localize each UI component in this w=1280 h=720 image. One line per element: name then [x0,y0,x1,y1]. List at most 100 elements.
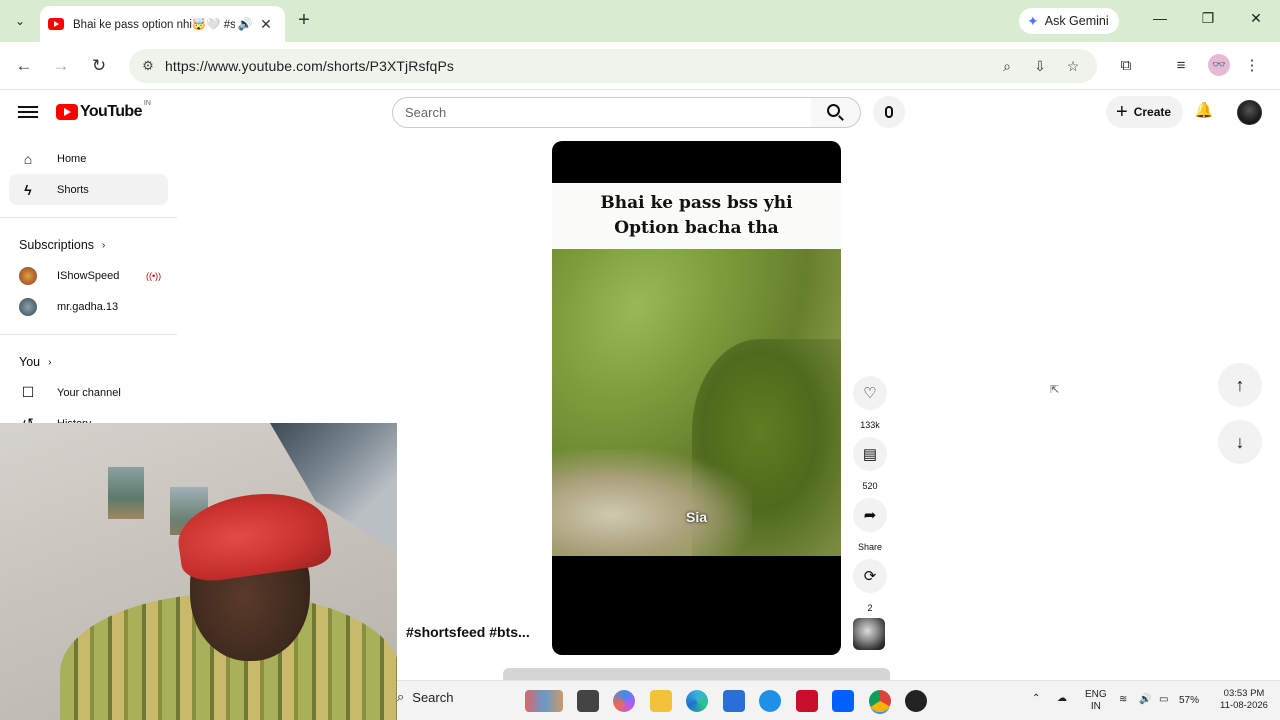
mouse-cursor-icon: ⇱ [1050,384,1060,396]
youtube-wordmark: YouTube [80,103,142,120]
comment-icon[interactable]: ▤ [853,437,887,471]
battery-icon[interactable]: ▭ [1159,694,1168,706]
zoom-icon[interactable]: ⌕ [995,54,1019,78]
file-explorer-icon[interactable] [650,690,672,712]
share-action[interactable]: ➦ Share [852,498,888,552]
speaker-icon[interactable]: 🔊 [235,17,255,31]
sidebar-item-your-channel[interactable]: ☐ Your channel [9,377,168,408]
microphone-icon [885,106,893,118]
install-app-icon[interactable]: ⇩ [1028,54,1052,78]
sidebar-item-shorts[interactable]: ϟ Shorts [9,174,168,205]
copilot-icon[interactable] [613,690,635,712]
gemini-sparkle-icon: ✦ [1027,12,1039,29]
sidebar-you-header[interactable]: You › [0,347,177,377]
help-icon[interactable] [759,690,781,712]
back-icon[interactable]: ← [12,54,36,78]
taskbar-search-label: Search [412,689,454,705]
new-tab-button[interactable]: + [292,9,316,33]
clock-date: 11-08-2026 [1220,700,1268,711]
minimize-icon[interactable]: — [1148,10,1172,32]
audio-thumbnail[interactable] [853,618,885,650]
like-action[interactable]: ♡ 133k [852,376,888,430]
overlay-strip [503,668,890,680]
browser-profile-avatar[interactable]: 👓 [1208,54,1230,76]
dropbox-icon[interactable] [832,690,854,712]
chevron-right-icon: › [102,239,106,251]
tab-title: Bhai ke pass option nhi🤯🤍 #sh [73,19,235,31]
language-line-2: IN [1090,701,1101,712]
remix-count: 2 [867,603,873,613]
reload-icon[interactable]: ↻ [87,54,111,78]
url-text: https://www.youtube.com/shorts/P3XTjRsfq… [165,58,454,74]
sidebar-item-label: Home [57,152,87,165]
tab-close-icon[interactable]: ✕ [255,16,277,33]
rocks-image [552,449,752,556]
volume-icon[interactable]: 🔊 [1139,694,1151,706]
sidebar-item-channel-ishowspeed[interactable]: IShowSpeed ((•)) [9,260,168,291]
bookmark-star-icon[interactable]: ☆ [1061,54,1085,78]
share-arrow-icon[interactable]: ➦ [853,498,887,532]
forward-icon[interactable]: → [49,54,73,78]
video-hashtags[interactable]: #shortsfeed #bts... [406,624,530,640]
store-icon[interactable] [723,690,745,712]
task-view-icon[interactable] [577,690,599,712]
video-caption: Bhai ke pass bss yhi Option bacha tha [552,183,841,249]
sidebar-item-label: Your channel [57,386,121,399]
language-indicator[interactable]: ENG IN [1085,689,1107,713]
search-input[interactable] [405,105,811,120]
menu-kebab-icon[interactable]: ⋮ [1240,54,1264,78]
create-button[interactable]: + Create [1106,96,1184,128]
browser-tab-bar: ⌄ Bhai ke pass option nhi🤯🤍 #sh 🔊 ✕ + ✦ … [0,0,1280,42]
media-controls-icon[interactable]: ≡ [1169,54,1193,78]
site-info-icon[interactable]: ⚙ [137,55,159,77]
browser-toolbar: ← → ↻ ⚙ https://www.youtube.com/shorts/P… [0,42,1280,90]
shorts-video-player[interactable]: Bhai ke pass bss yhi Option bacha tha Si… [552,141,841,655]
tray-overflow-chevron-icon[interactable]: ⌃ [1032,693,1040,705]
window-close-icon[interactable]: ✕ [1244,10,1268,32]
wifi-icon[interactable]: ≋ [1119,694,1127,706]
obs-icon[interactable] [905,690,927,712]
sidebar-item-channel-mr-gadha[interactable]: mr.gadha.13 [9,291,168,322]
home-icon: ⌂ [23,150,33,167]
country-code: IN [143,99,151,107]
sidebar-subscriptions-header[interactable]: Subscriptions › [0,230,177,260]
remix-action[interactable]: ⟳ 2 [852,559,888,613]
onedrive-cloud-icon[interactable]: ☁ [1057,693,1067,705]
active-tab[interactable]: Bhai ke pass option nhi🤯🤍 #sh 🔊 ✕ [40,6,285,42]
plus-icon: + [1116,101,1128,123]
sidebar-item-label: Shorts [57,183,89,196]
like-heart-icon[interactable]: ♡ [853,376,887,410]
taskbar-search[interactable]: ⌕ Search [397,689,453,705]
account-avatar[interactable] [1237,100,1262,125]
ask-gemini-button[interactable]: ✦ Ask Gemini [1019,8,1119,34]
channel-avatar [19,297,37,316]
webcam-overlay [0,423,397,720]
widgets-icon[interactable] [525,690,563,712]
channel-name: IShowSpeed [57,269,120,282]
search-button[interactable] [811,97,861,128]
sidebar-item-home[interactable]: ⌂ Home [9,143,168,174]
mcafee-icon[interactable] [796,690,818,712]
extensions-icon[interactable]: ⧉ [1114,54,1138,78]
subscriptions-label: Subscriptions [19,238,95,252]
restore-icon[interactable]: ❐ [1196,10,1220,32]
next-short-arrow-down-icon[interactable]: ↓ [1218,420,1262,464]
previous-short-arrow-up-icon[interactable]: ↑ [1218,363,1262,407]
tab-search-chevron-icon[interactable]: ⌄ [8,9,32,33]
address-bar[interactable]: ⚙ https://www.youtube.com/shorts/P3XTjRs… [129,49,1097,83]
channel-icon: ☐ [21,384,35,400]
sidebar: ⌂ Home ϟ Shorts Subscriptions › IShowSpe… [0,143,177,439]
channel-avatar [19,266,37,285]
remix-icon[interactable]: ⟳ [853,559,887,593]
voice-search-button[interactable] [873,96,905,128]
comment-action[interactable]: ▤ 520 [852,437,888,491]
chrome-icon[interactable] [869,690,891,712]
youtube-logo[interactable]: YouTube IN [56,99,151,121]
caption-line-1: Bhai ke pass bss yhi [600,193,793,213]
edge-browser-icon[interactable] [686,690,708,712]
hamburger-menu-icon[interactable] [18,103,38,123]
notifications-bell-icon[interactable]: 🔔 [1193,101,1215,123]
youtube-play-icon [56,104,78,120]
clock[interactable]: 03:53 PM 11-08-2026 [1209,688,1279,712]
wall-poster-image [108,467,144,519]
